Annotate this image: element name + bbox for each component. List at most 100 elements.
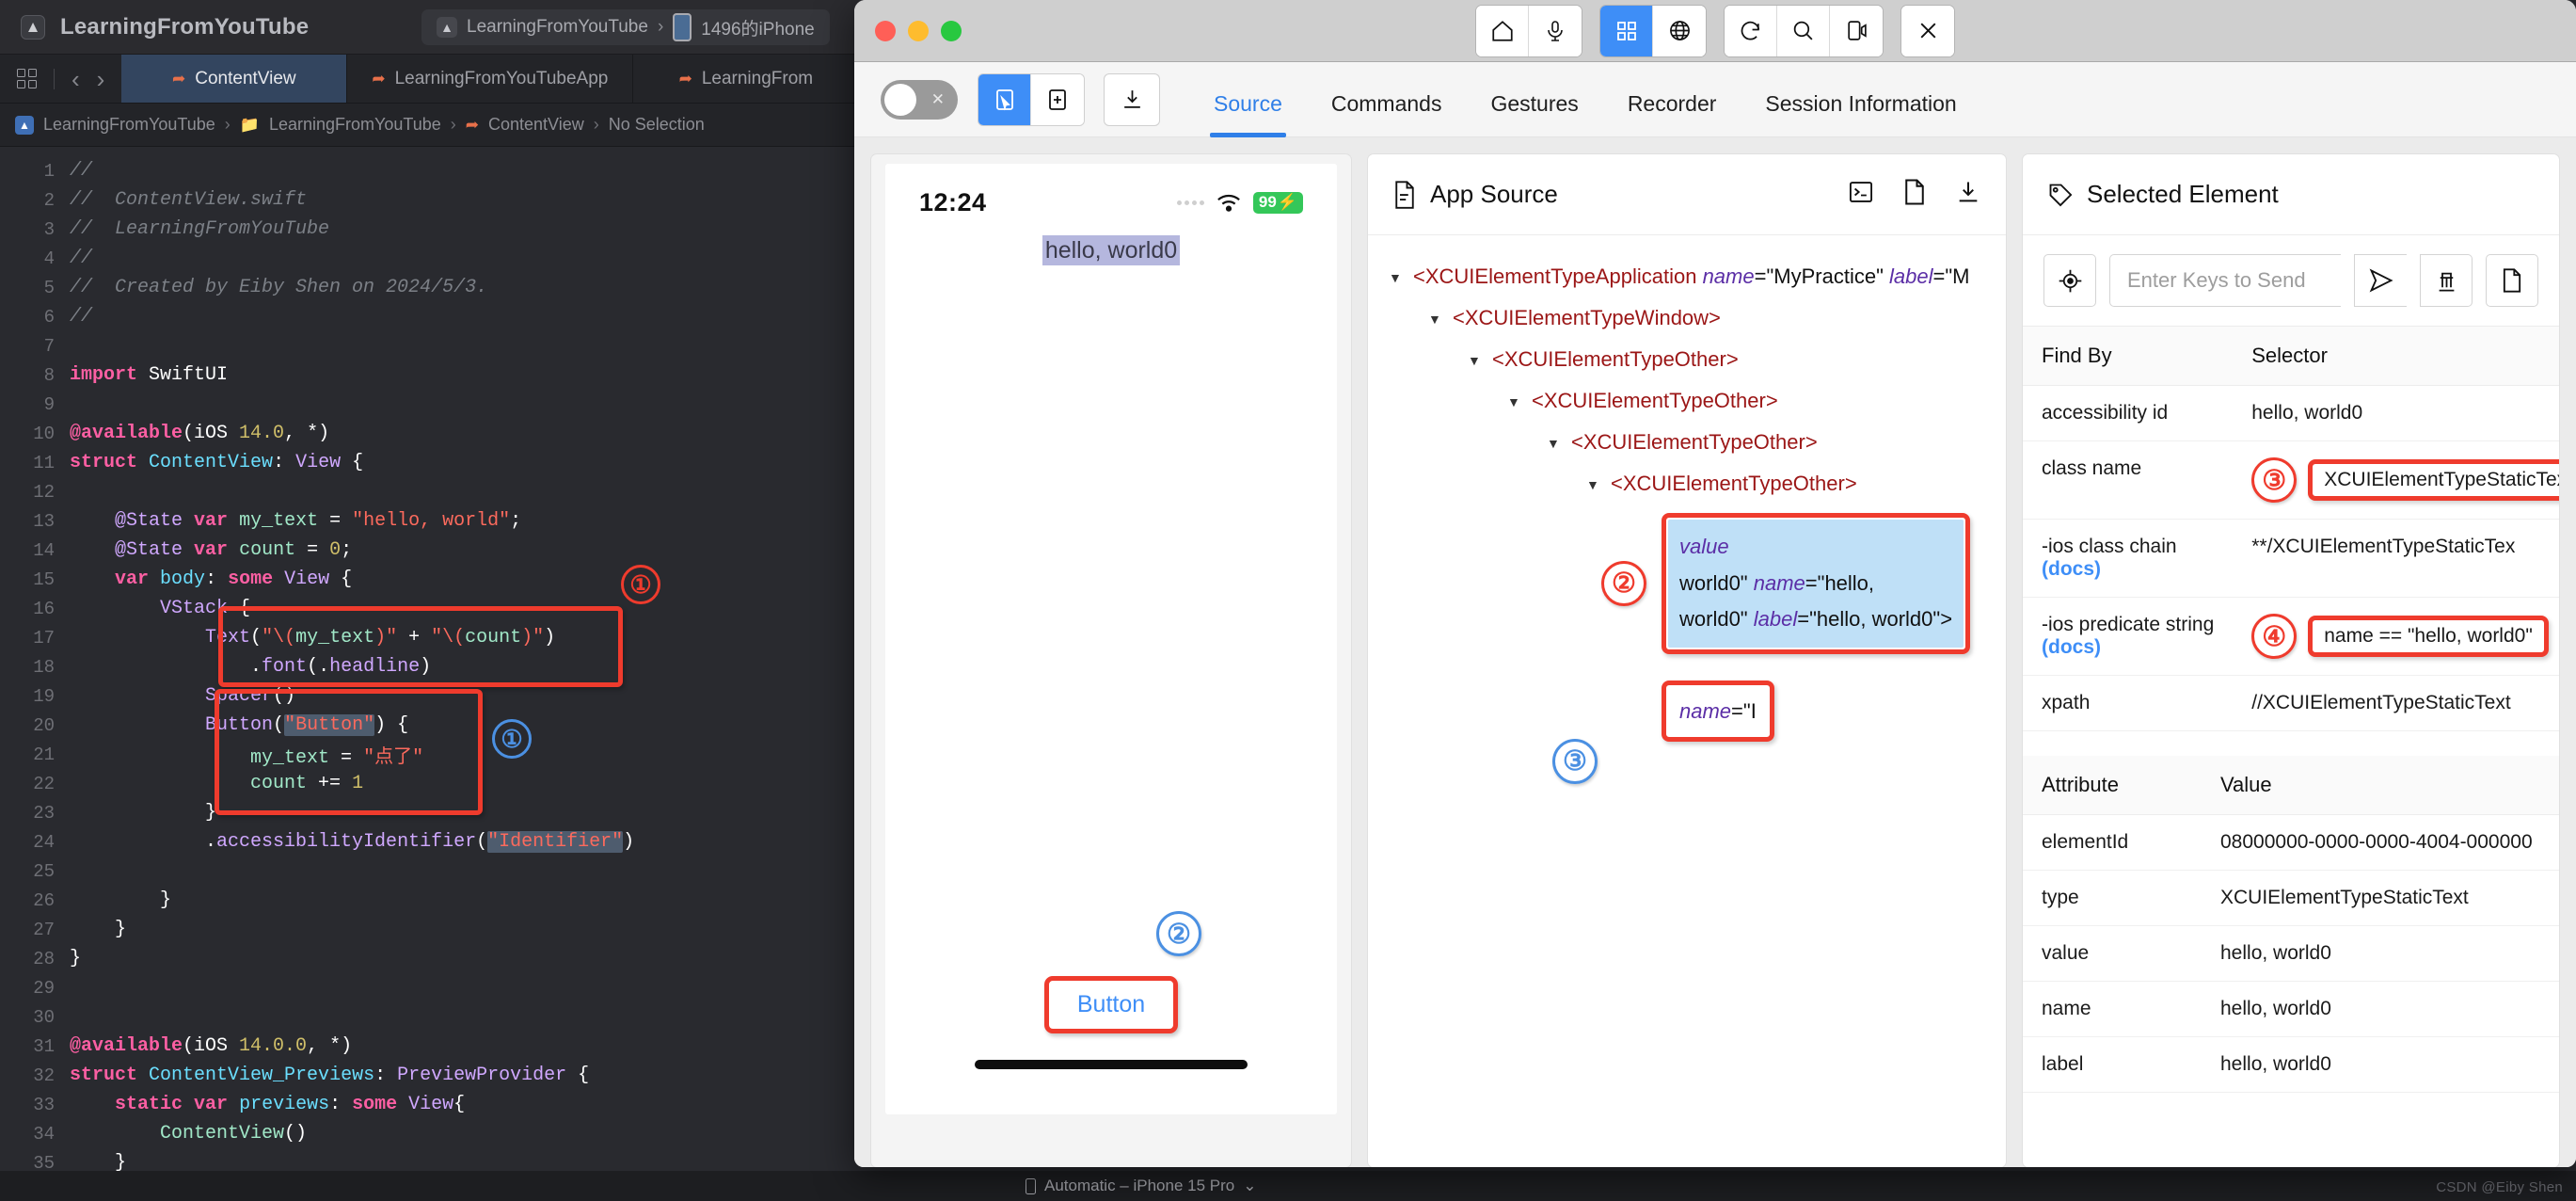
close-window-button[interactable] [875, 20, 896, 41]
code-line[interactable]: 18 .font(.headline) [0, 652, 847, 681]
tree-node[interactable]: ▼ <XCUIElementTypeWindow> [1368, 297, 2006, 339]
code-line[interactable]: 26 } [0, 886, 847, 915]
tab-recorder[interactable]: Recorder [1628, 91, 1717, 137]
code-line[interactable]: 29 [0, 973, 847, 1002]
download-icon[interactable] [1955, 179, 1981, 210]
code-line[interactable]: 23 } [0, 798, 847, 827]
code-line[interactable]: 27 } [0, 915, 847, 944]
breadcrumb-file[interactable]: ContentView [488, 115, 584, 135]
home-icon[interactable] [1476, 5, 1529, 56]
code-line[interactable]: 20 Button("Button") { [0, 711, 847, 740]
code-line[interactable]: 21 my_text = "点了" [0, 740, 847, 769]
find-by-selector[interactable]: **/XCUIElementTypeStaticTex [2233, 519, 2559, 598]
code-line[interactable]: 31 @available(iOS 14.0.0, *) [0, 1032, 847, 1061]
select-element-icon[interactable] [978, 73, 1031, 125]
code-line[interactable]: 30 [0, 1002, 847, 1032]
clear-field-icon[interactable] [2420, 254, 2473, 307]
tab-session-information[interactable]: Session Information [1765, 91, 1956, 137]
code-line[interactable]: 25 [0, 857, 847, 886]
table-row[interactable]: label hello, world0 [2023, 1036, 2559, 1093]
code-line[interactable]: 1 // [0, 156, 847, 185]
code-line[interactable]: 7 [0, 331, 847, 360]
code-line[interactable]: 4 // [0, 244, 847, 273]
find-by-selector[interactable]: //XCUIElementTypeStaticText [2233, 675, 2559, 731]
copy-icon[interactable] [1902, 178, 1927, 211]
tree-node[interactable]: ▼ <XCUIElementTypeOther> [1368, 422, 2006, 463]
table-row[interactable]: xpath //XCUIElementTypeStaticText [2023, 675, 2559, 731]
chevron-down-icon[interactable]: ▼ [1547, 430, 1571, 451]
xcode-tab-contentview[interactable]: ➦ ContentView [121, 55, 348, 103]
send-keys-input[interactable]: Enter Keys to Send [2109, 254, 2341, 307]
tree-node[interactable]: ▼ <XCUIElementTypeOther> [1368, 339, 2006, 380]
table-row[interactable]: elementId 08000000-0000-0000-4004-000000 [2023, 814, 2559, 871]
code-line[interactable]: 12 [0, 477, 847, 506]
docs-link[interactable]: (docs) [2042, 636, 2214, 659]
code-editor[interactable]: 1 // 2 // ContentView.swift 3 // LearningFrom… [0, 147, 847, 1171]
inspector-toggle[interactable]: ✕ [881, 79, 958, 120]
tab-source[interactable]: Source [1210, 91, 1286, 137]
device-button[interactable]: Button [1043, 976, 1179, 1033]
chevron-down-icon[interactable]: ▼ [1468, 347, 1492, 368]
screen-record-icon[interactable] [1830, 5, 1883, 56]
tab-commands[interactable]: Commands [1331, 91, 1442, 137]
breadcrumb-folder[interactable]: LearningFromYouTube [269, 115, 441, 135]
window-traffic-lights[interactable] [854, 20, 962, 41]
table-row[interactable]: accessibility id hello, world0 [2023, 385, 2559, 441]
code-line[interactable]: 14 @State var count = 0; [0, 536, 847, 565]
find-by-selector[interactable]: ③ XCUIElementTypeStaticText [2233, 440, 2559, 520]
grid-layout-icon[interactable] [17, 69, 37, 88]
code-line[interactable]: 32 struct ContentView_Previews: PreviewPr… [0, 1061, 847, 1090]
copy-element-icon[interactable] [2486, 254, 2538, 307]
nav-back-icon[interactable]: ‹ [72, 67, 80, 91]
code-line[interactable]: 34 ContentView() [0, 1119, 847, 1148]
code-line[interactable]: 13 @State var my_text = "hello, world"; [0, 506, 847, 536]
code-line[interactable]: 10 @available(iOS 14.0, *) [0, 419, 847, 448]
code-line[interactable]: 17 Text("\(my_text)" + "\(count)") [0, 623, 847, 652]
chevron-down-icon[interactable]: ▼ [1507, 389, 1532, 409]
close-x-icon[interactable] [1901, 5, 1954, 56]
code-line[interactable]: 24 .accessibilityIdentifier("Identifier"… [0, 827, 847, 857]
find-by-selector[interactable]: ④ name == "hello, world0" [2233, 597, 2559, 676]
code-line[interactable]: 8 import SwiftUI [0, 360, 847, 390]
table-row[interactable]: -ios predicate string (docs) ④ name == "hel… [2023, 597, 2559, 676]
chevron-down-icon[interactable]: ▼ [1586, 472, 1611, 492]
tree-node[interactable]: ▼ <XCUIElementTypeOther> [1368, 380, 2006, 422]
code-line[interactable]: 15 var body: some View { [0, 565, 847, 594]
xcode-tab-other[interactable]: ➦ LearningFrom [633, 55, 860, 103]
code-line[interactable]: 35 } [0, 1148, 847, 1171]
code-line[interactable]: 22 count += 1 [0, 769, 847, 798]
chevron-down-icon[interactable]: ▼ [1428, 306, 1453, 327]
table-row[interactable]: value hello, world0 [2023, 925, 2559, 982]
swipe-element-icon[interactable] [1031, 73, 1084, 125]
maximize-window-button[interactable] [941, 20, 962, 41]
minimize-window-button[interactable] [908, 20, 929, 41]
xcode-run-destination[interactable]: Automatic – iPhone 15 Pro ⌄ [1026, 1177, 1256, 1195]
table-row[interactable]: type XCUIElementTypeStaticText [2023, 870, 2559, 926]
code-line[interactable]: 28} [0, 944, 847, 973]
globe-icon[interactable] [1653, 5, 1706, 56]
table-row[interactable]: name hello, world0 [2023, 981, 2559, 1037]
code-line[interactable]: 3 // LearningFromYouTube [0, 215, 847, 244]
xcode-tab-app[interactable]: ➦ LearningFromYouTubeApp [347, 55, 634, 103]
code-line[interactable]: 11 struct ContentView: View { [0, 448, 847, 477]
download-source-icon[interactable] [1105, 73, 1159, 125]
terminal-icon[interactable] [1848, 179, 1874, 210]
docs-link[interactable]: (docs) [2042, 558, 2214, 581]
app-source-tree[interactable]: ▼ <XCUIElementTypeApplication name="MyPra… [1368, 235, 2006, 784]
scheme-selector[interactable]: ▲ LearningFromYouTube › 1496的iPhone [421, 9, 830, 45]
code-line[interactable]: 33 static var previews: some View{ [0, 1090, 847, 1119]
code-line[interactable]: 2 // ContentView.swift [0, 185, 847, 215]
code-line[interactable]: 9 [0, 390, 847, 419]
code-line[interactable]: 19 Spacer() [0, 681, 847, 711]
microphone-icon[interactable] [1529, 5, 1582, 56]
find-by-selector[interactable]: hello, world0 [2233, 385, 2559, 441]
nav-forward-icon[interactable]: › [97, 67, 105, 91]
search-icon[interactable] [1777, 5, 1830, 56]
refresh-icon[interactable] [1725, 5, 1777, 56]
tree-node[interactable]: ▼ <XCUIElementTypeOther> [1368, 463, 2006, 504]
tree-node-button[interactable]: name="I [1368, 672, 2006, 750]
table-row[interactable]: -ios class chain (docs) **/XCUIElementType… [2023, 519, 2559, 598]
tree-node[interactable]: ▼ <XCUIElementTypeApplication name="MyPra… [1368, 256, 2006, 297]
tap-center-icon[interactable] [2043, 254, 2096, 307]
breadcrumb-selection[interactable]: No Selection [609, 115, 705, 135]
